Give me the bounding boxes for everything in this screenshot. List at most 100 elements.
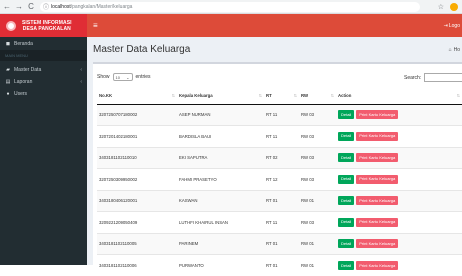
info-icon[interactable]: ⓘ bbox=[43, 2, 49, 11]
column-header-label: Action bbox=[338, 93, 351, 98]
print-kk-button[interactable]: Print Kartu Keluarga bbox=[356, 153, 398, 162]
column-header-no-kk[interactable]: No.KK⇅ bbox=[97, 87, 177, 104]
table-row: 3209221209050409LUTHFI KHAIRUL INSANRT 1… bbox=[97, 212, 462, 234]
print-kk-button[interactable]: Print Kartu Keluarga bbox=[356, 175, 398, 184]
cell-kepala-keluarga: ASEP NURMAN bbox=[177, 104, 264, 126]
home-icon: ⌂ bbox=[449, 47, 452, 53]
cell-kepala-keluarga: EKI SAPUTRA bbox=[177, 147, 264, 169]
cell-action: DetailPrint Kartu Keluarga bbox=[336, 104, 462, 126]
brand-line-2: DESA PANGKALAN bbox=[22, 26, 72, 32]
detail-button[interactable]: Detail bbox=[338, 239, 354, 248]
table-row: 3403180406120001KASWANRT 01RW 01DetailPr… bbox=[97, 190, 462, 212]
logout-link[interactable]: ⇥ Logo bbox=[444, 23, 460, 29]
column-header-rw[interactable]: RW ⇅ bbox=[299, 87, 336, 104]
brand-header[interactable]: SISTEM INFORMASI DESA PANGKALAN bbox=[0, 14, 87, 37]
page-header: Master Data Keluarga ⌂ Ho bbox=[87, 37, 462, 62]
cell-no-kk: 3207201402180001 bbox=[97, 126, 177, 148]
chevron-left-icon: ‹ bbox=[80, 67, 82, 73]
address-bar[interactable]: ⓘ localhost /pangkalan/Master/keluarga bbox=[40, 2, 420, 12]
sidebar-item-laporan[interactable]: ▤ Laporan ‹ bbox=[0, 76, 87, 88]
logout-icon: ⇥ bbox=[444, 23, 448, 29]
cell-rt: RT 11 bbox=[264, 104, 299, 126]
folder-icon: ▰ bbox=[5, 67, 11, 73]
column-header-kepala[interactable]: Kepala Keluarga⇅ bbox=[177, 87, 264, 104]
sidebar-item-master-data[interactable]: ▰ Master Data ‹ bbox=[0, 64, 87, 76]
detail-button[interactable]: Detail bbox=[338, 196, 354, 205]
logout-label: Logo bbox=[449, 23, 460, 29]
entries-select[interactable]: 10 ⌄ bbox=[113, 73, 133, 81]
sidebar-item-beranda[interactable]: ◼ Beranda bbox=[0, 38, 87, 50]
table-body: 3207250707180002ASEP NURMANRT 11RW 03Det… bbox=[97, 104, 462, 276]
cell-no-kk: 3207250309950002 bbox=[97, 169, 177, 191]
sort-icon: ⇅ bbox=[294, 93, 297, 98]
sidebar-item-label: Laporan bbox=[14, 79, 32, 85]
table-header-row: No.KK⇅ Kepala Keluarga⇅ RT⇅ RW⇅ Action⇅ bbox=[97, 87, 462, 104]
cell-no-kk: 3403181102110006 bbox=[97, 255, 177, 276]
cell-rw: RW 01 bbox=[299, 190, 336, 212]
data-box: Show 10 ⌄ entries Search: No.KK⇅ Kepala … bbox=[93, 62, 462, 265]
cell-kepala-keluarga: PARINEM bbox=[177, 233, 264, 255]
cell-no-kk: 3403181102110010 bbox=[97, 147, 177, 169]
show-label: Show bbox=[97, 74, 110, 80]
forward-icon[interactable]: → bbox=[14, 1, 24, 13]
table-row: 3403181102110006PURWANTORT 01RW 01Detail… bbox=[97, 255, 462, 276]
print-kk-button[interactable]: Print Kartu Keluarga bbox=[356, 196, 398, 205]
top-navbar: ≡ ⇥ Logo bbox=[87, 14, 462, 37]
cell-rt: RT 02 bbox=[264, 147, 299, 169]
cell-rt: RT 01 bbox=[264, 233, 299, 255]
profile-avatar[interactable] bbox=[450, 3, 458, 11]
url-path: /pangkalan/Master/keluarga bbox=[71, 4, 133, 10]
cell-action: DetailPrint Kartu Keluarga bbox=[336, 169, 462, 191]
cell-rw: RW 01 bbox=[299, 255, 336, 276]
print-kk-button[interactable]: Print Kartu Keluarga bbox=[356, 132, 398, 141]
print-kk-button[interactable]: Print Kartu Keluarga bbox=[356, 261, 398, 270]
page-title: Master Data Keluarga bbox=[93, 44, 190, 55]
detail-button[interactable]: Detail bbox=[338, 153, 354, 162]
reload-icon[interactable]: C bbox=[26, 1, 36, 13]
detail-button[interactable]: Detail bbox=[338, 132, 354, 141]
print-kk-button[interactable]: Print Kartu Keluarga bbox=[356, 110, 398, 119]
cell-rw: RW 03 bbox=[299, 104, 336, 126]
cell-rt: RT 11 bbox=[264, 126, 299, 148]
print-kk-button[interactable]: Print Kartu Keluarga bbox=[356, 218, 398, 227]
cell-kepala-keluarga: FAHMI PRASETYO bbox=[177, 169, 264, 191]
sidebar-header-label: MAIN MENU bbox=[5, 53, 28, 58]
bookmark-star-icon[interactable]: ☆ bbox=[438, 3, 444, 11]
detail-button[interactable]: Detail bbox=[338, 110, 354, 119]
sidebar-item-users[interactable]: ● Users bbox=[0, 88, 87, 100]
column-header-label: No.KK bbox=[99, 93, 112, 98]
hamburger-icon[interactable]: ≡ bbox=[93, 21, 98, 30]
cell-rw: RW 03 bbox=[299, 126, 336, 148]
search-label: Search: bbox=[404, 75, 421, 81]
table-tools: Show 10 ⌄ entries Search: bbox=[93, 71, 462, 83]
column-header-label: RW bbox=[301, 93, 308, 98]
users-icon: ● bbox=[5, 91, 11, 97]
cell-no-kk: 3209221209050409 bbox=[97, 212, 177, 234]
search-input[interactable] bbox=[424, 73, 462, 82]
cell-no-kk: 3403180406120001 bbox=[97, 190, 177, 212]
sort-icon: ⇅ bbox=[331, 93, 334, 98]
cell-action: DetailPrint Kartu Keluarga bbox=[336, 190, 462, 212]
cell-no-kk: 3403181102110005 bbox=[97, 233, 177, 255]
cell-rt: RT 11 bbox=[264, 212, 299, 234]
cell-kepala-keluarga: PURWANTO bbox=[177, 255, 264, 276]
column-header-action[interactable]: Action⇅ bbox=[336, 87, 462, 104]
cell-rw: RW 03 bbox=[299, 169, 336, 191]
breadcrumb[interactable]: ⌂ Ho bbox=[449, 47, 460, 53]
sidebar-item-label: Users bbox=[14, 91, 27, 97]
breadcrumb-home: Ho bbox=[454, 47, 460, 53]
sidebar: SISTEM INFORMASI DESA PANGKALAN ◼ Berand… bbox=[0, 14, 87, 265]
table-row: 3403181102110010EKI SAPUTRART 02RW 03Det… bbox=[97, 147, 462, 169]
table-row: 3403181102110005PARINEMRT 01RW 01DetailP… bbox=[97, 233, 462, 255]
entries-value: 10 bbox=[116, 75, 120, 80]
table-row: 3207201402180001BARDISLA BAUIRT 11RW 03D… bbox=[97, 126, 462, 148]
back-icon[interactable]: ← bbox=[2, 1, 12, 13]
column-header-rt[interactable]: RT⇅ bbox=[264, 87, 299, 104]
detail-button[interactable]: Detail bbox=[338, 175, 354, 184]
cell-rw: RW 03 bbox=[299, 212, 336, 234]
print-kk-button[interactable]: Print Kartu Keluarga bbox=[356, 239, 398, 248]
cell-action: DetailPrint Kartu Keluarga bbox=[336, 147, 462, 169]
keluarga-table: No.KK⇅ Kepala Keluarga⇅ RT⇅ RW⇅ Action⇅ … bbox=[97, 87, 462, 276]
detail-button[interactable]: Detail bbox=[338, 218, 354, 227]
detail-button[interactable]: Detail bbox=[338, 261, 354, 270]
